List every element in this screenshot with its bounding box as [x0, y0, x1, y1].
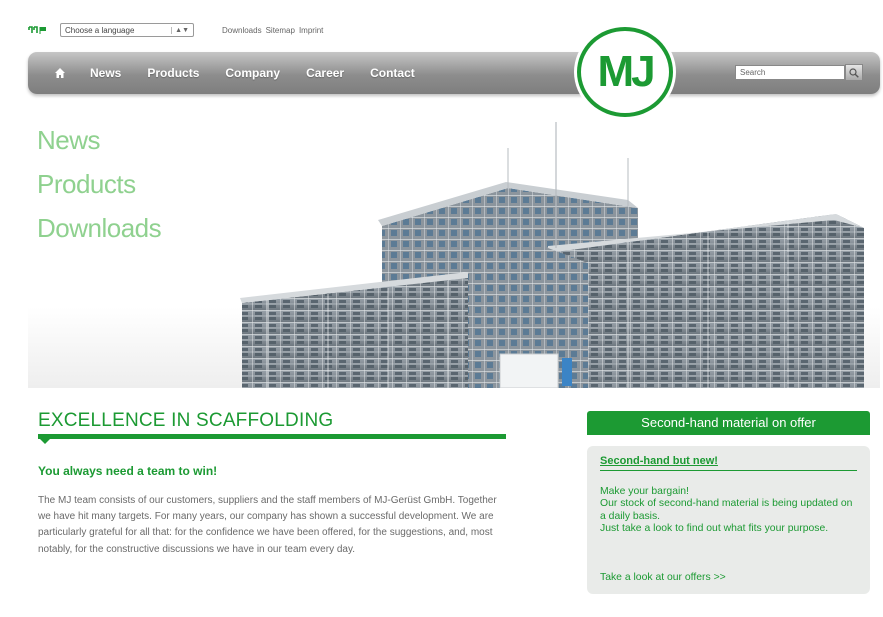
flag-icon	[28, 26, 46, 34]
body-text: The MJ team consists of our customers, s…	[38, 495, 497, 555]
nav-item-news[interactable]: News	[90, 66, 121, 80]
hero-link-downloads[interactable]: Downloads	[37, 206, 162, 250]
search-icon	[849, 67, 859, 78]
offer-line-1: Make your bargain!	[600, 486, 689, 497]
search-input[interactable]: Search	[735, 65, 845, 80]
hero-link-news[interactable]: News	[37, 118, 161, 162]
top-link-imprint[interactable]: Imprint	[299, 26, 323, 35]
offers-link[interactable]: Take a look at our offers >>	[600, 572, 726, 583]
language-select-value: Choose a language	[65, 25, 135, 35]
offer-line-3: Just take a look to find out what fits y…	[600, 522, 829, 534]
offer-rule	[600, 470, 857, 471]
offer-header-button[interactable]: Second-hand material on offer	[587, 411, 870, 435]
home-icon[interactable]	[54, 67, 66, 79]
top-bar: Choose a language ▲▼ Downloads Sitemap I…	[28, 22, 323, 38]
offer-line-2: Our stock of second-hand material is bei…	[600, 498, 853, 522]
section-title: EXCELLENCE IN SCAFFOLDING	[38, 410, 334, 431]
language-select[interactable]: Choose a language ▲▼	[60, 23, 194, 37]
nav-item-career[interactable]: Career	[306, 66, 344, 80]
mj-logo[interactable]: MJ	[577, 27, 673, 117]
search-button[interactable]	[845, 64, 863, 81]
hero-link-products[interactable]: Products	[37, 162, 161, 206]
nav-item-products[interactable]: Products	[147, 66, 199, 80]
select-arrows-icon: ▲▼	[171, 26, 189, 34]
nav-items: News Products Company Career Contact	[54, 52, 441, 94]
logo-text: MJ	[597, 47, 655, 96]
top-links: Downloads Sitemap Imprint	[222, 26, 323, 35]
nav-item-company[interactable]: Company	[225, 66, 280, 80]
page: Choose a language ▲▼ Downloads Sitemap I…	[0, 0, 883, 617]
main-nav: News Products Company Career Contact Sea…	[28, 52, 880, 94]
offer-text: Make your bargain! Our stock of second-h…	[600, 486, 860, 535]
top-link-sitemap[interactable]: Sitemap	[266, 26, 295, 35]
offer-subtitle[interactable]: Second-hand but new!	[600, 455, 718, 467]
subheading: You always need a team to win!	[38, 464, 218, 478]
hero-banner: News Products Downloads	[28, 118, 880, 388]
offer-box: Second-hand but new! Make your bargain! …	[587, 446, 870, 594]
title-rule	[38, 434, 506, 439]
title-notch	[40, 439, 50, 444]
hero-links: News Products Downloads	[37, 118, 162, 250]
nav-item-contact[interactable]: Contact	[370, 66, 415, 80]
top-link-downloads[interactable]: Downloads	[222, 26, 262, 35]
